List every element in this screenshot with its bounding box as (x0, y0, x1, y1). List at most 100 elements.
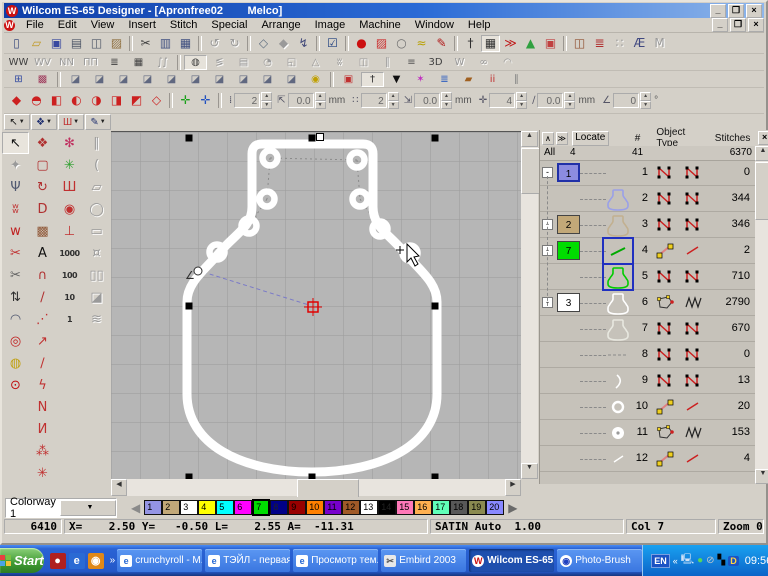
palette-scroll-left-icon[interactable]: ◀ (131, 501, 140, 515)
locate-button[interactable]: Locate (572, 131, 609, 146)
palette-color-14[interactable]: 14 (378, 500, 396, 515)
object-thumbnail[interactable] (604, 161, 632, 185)
stitch-angle-7-button[interactable]: ◪ (208, 72, 231, 87)
zigzag-run-tool-button[interactable]: ϟ (29, 374, 56, 396)
stitch-type-dropdown[interactable]: Ш▼ (58, 114, 84, 130)
needle-down-button[interactable]: ▼ (385, 72, 408, 87)
document-system-icon[interactable]: W (4, 20, 15, 31)
artwork-view-button[interactable]: ▣ (541, 35, 560, 52)
task-button-photobrush[interactable]: ◉Photo-Brush (557, 549, 642, 572)
row-spacing-field[interactable]: 0.0 (288, 93, 314, 108)
mdi-minimize-button[interactable]: _ (712, 18, 728, 32)
cut-button[interactable]: ✂ (136, 35, 155, 52)
color-blend-button[interactable]: ▩ (31, 72, 54, 87)
stitch-angle-8-button[interactable]: ◪ (232, 72, 255, 87)
wreath-points-spin-down[interactable]: ▼ (516, 101, 527, 110)
motif-fill-button[interactable]: ≈ (412, 35, 431, 52)
palette-color-13[interactable]: 13 (360, 500, 378, 515)
object-row-10[interactable]: 1020 (540, 394, 755, 420)
machine-frame-button[interactable]: ▣ (337, 72, 360, 87)
canvas-horizontal-scrollbar[interactable]: ◀ ▶ (111, 479, 521, 496)
tray-collapse-icon[interactable]: « (673, 556, 678, 566)
shape-trim-button[interactable]: ◐ (67, 92, 86, 109)
object-row-4[interactable]: -742 (540, 238, 755, 264)
row-spacing-spin-down[interactable]: ▼ (315, 101, 326, 110)
palette-color-17[interactable]: 17 (432, 500, 450, 515)
col-spacing-spinner[interactable]: ▲▼ (441, 92, 452, 109)
palette-color-3[interactable]: 3 (180, 500, 198, 515)
bitmap-frame-button[interactable]: ◫ (570, 35, 589, 52)
object-row-8[interactable]: 80 (540, 342, 755, 368)
applique-tool-button[interactable]: ▩ (29, 220, 56, 242)
shape-divide-button[interactable]: ◑ (87, 92, 106, 109)
line-digitize-tool-button[interactable]: ∕ (29, 286, 56, 308)
palette-color-20[interactable]: 20 (486, 500, 504, 515)
palette-color-15[interactable]: 15 (396, 500, 414, 515)
palette-scroll-right-icon[interactable]: ▶ (508, 501, 517, 515)
selection-handle[interactable] (432, 303, 439, 310)
cols-count-spinner[interactable]: ▲▼ (388, 92, 399, 109)
start-button[interactable]: Start (0, 548, 44, 573)
task-button-wilcom[interactable]: WWilcom ES-65... (469, 549, 554, 572)
monogram-tool-button[interactable]: ✻ (56, 132, 83, 154)
object-thumbnail[interactable] (604, 265, 632, 289)
task-button-ie[interactable]: eТЭЙЛ - первая... (205, 549, 290, 572)
selection-handle[interactable] (186, 135, 193, 142)
satin-stitch-button[interactable]: WW (7, 55, 30, 70)
cut-stitch-tool-button[interactable]: ✂ (2, 264, 29, 286)
select-tool-button[interactable]: ↖ (2, 132, 29, 154)
col-spacing-field[interactable]: 0.0 (414, 93, 440, 108)
column-end-tool-button[interactable]: ⊥ (56, 220, 83, 242)
zoom-10-tool-button[interactable]: 10 (56, 286, 83, 308)
shape-rotate-copy-button[interactable]: ◩ (127, 92, 146, 109)
shape-merge-button[interactable]: ◧ (47, 92, 66, 109)
canvas-svg[interactable]: ∠ (111, 132, 521, 480)
menu-view[interactable]: View (84, 18, 122, 32)
horizontal-scroll-thumb[interactable] (297, 479, 359, 498)
palette-color-10[interactable]: 10 (306, 500, 324, 515)
wreath-points-field[interactable]: 4 (489, 93, 515, 108)
collapse-all-button[interactable]: ∧ (542, 132, 554, 145)
task-button-embird[interactable]: ✂Embird 2003 (381, 549, 466, 572)
palette-color-7[interactable]: 7 (252, 499, 270, 516)
menu-special[interactable]: Special (204, 18, 254, 32)
stitch-angle-9-button[interactable]: ◪ (256, 72, 279, 87)
object-thumbnail[interactable] (604, 343, 632, 367)
pan-tool-button[interactable]: ⊙ (2, 374, 29, 396)
thread-colors-button[interactable]: ≣ (590, 35, 609, 52)
scan-image-button[interactable]: ▨ (107, 35, 126, 52)
wreath-points-spin-up[interactable]: ▲ (516, 92, 527, 101)
color-group-chip[interactable]: 2 (557, 215, 580, 234)
vertical-scroll-thumb[interactable] (521, 148, 540, 194)
mdi-close-button[interactable]: × (748, 18, 764, 32)
menu-arrange[interactable]: Arrange (254, 18, 307, 32)
branch-select-tool-button[interactable]: Ψ (2, 176, 29, 198)
menu-stitch[interactable]: Stitch (163, 18, 205, 32)
shape-subtract-button[interactable]: ◓ (27, 92, 46, 109)
scroll-up-button[interactable]: ▲ (521, 131, 538, 147)
scroll-down-button[interactable]: ▼ (521, 463, 538, 479)
needle-points-button[interactable]: † (461, 35, 480, 52)
contour-fill-button[interactable]: ○ (392, 35, 411, 52)
color-group-chip[interactable]: 1 (557, 163, 580, 182)
rows-count-spin-down[interactable]: ▼ (261, 101, 272, 110)
palette-color-19[interactable]: 19 (468, 500, 486, 515)
object-row-3[interactable]: -23346 (540, 212, 755, 238)
overlap-remove-button[interactable]: ◆ (7, 92, 26, 109)
object-row-6[interactable]: -362790 (540, 290, 755, 316)
panel-scroll-down-button[interactable]: ▼ (755, 469, 768, 484)
palette-color-11[interactable]: 11 (324, 500, 342, 515)
selection-handle[interactable] (186, 303, 193, 310)
auto-apply-button[interactable]: ☑ (323, 35, 342, 52)
object-thumbnail[interactable] (604, 317, 632, 341)
reshape-tool-button[interactable]: ❖ (29, 132, 56, 154)
antivirus-icon[interactable]: ● (697, 555, 703, 566)
quicklaunch-ie-icon[interactable]: e (69, 553, 85, 569)
object-row-9[interactable]: 913 (540, 368, 755, 394)
zoom-100-tool-button[interactable]: 100 (56, 264, 83, 286)
column-arrow-tool-button[interactable]: ʬ (2, 198, 29, 220)
panel-scroll-thumb[interactable] (755, 162, 768, 220)
scroll-left-button[interactable]: ◀ (111, 479, 127, 496)
stitch-view-button[interactable]: ≫ (501, 35, 520, 52)
offset-distance-spin-up[interactable]: ▲ (564, 92, 575, 101)
